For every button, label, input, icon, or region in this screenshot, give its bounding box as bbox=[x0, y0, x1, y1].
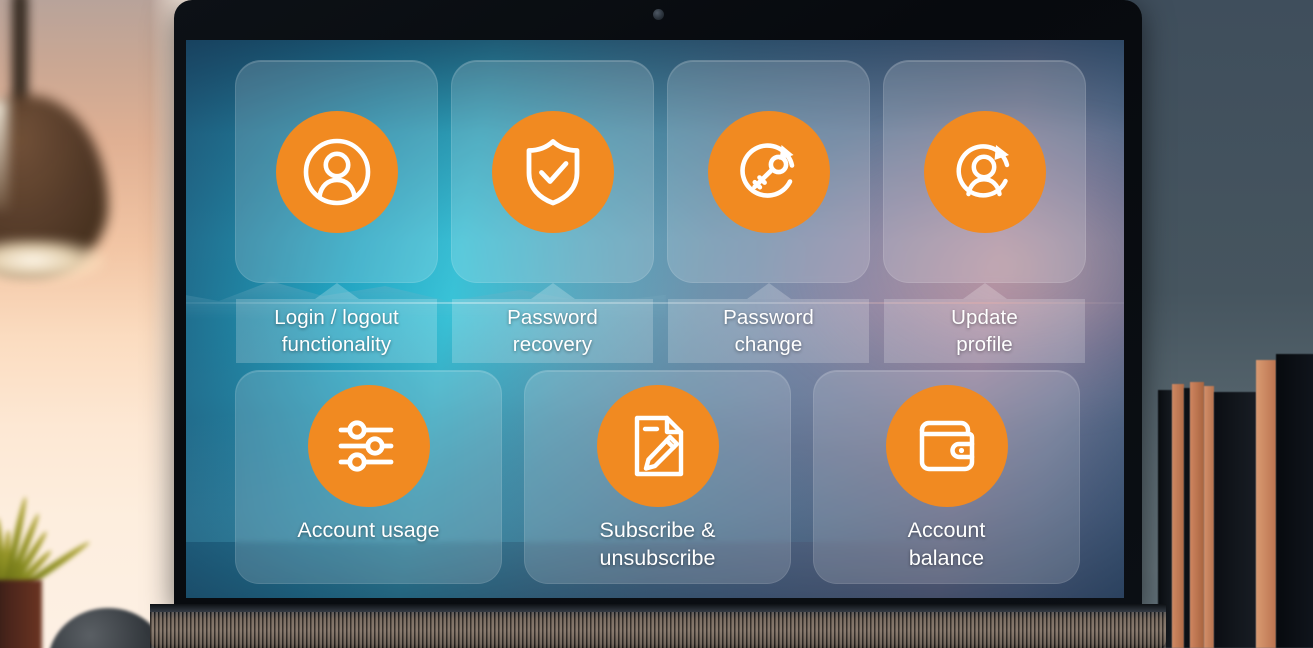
feature-label-login-logout: Login / logout functionality bbox=[236, 299, 437, 363]
label-line-1: Update bbox=[951, 305, 1018, 329]
feature-label-update-profile: Update profile bbox=[884, 299, 1085, 363]
label-line-2: functionality bbox=[281, 333, 392, 356]
document-pencil-icon bbox=[596, 385, 719, 507]
potted-plant-leaves bbox=[0, 440, 92, 604]
laptop-device: Login / logout functionality Password re… bbox=[150, 0, 1166, 648]
book-object bbox=[1204, 386, 1214, 648]
feature-card-update-profile[interactable] bbox=[883, 60, 1086, 283]
label-line-2: profile bbox=[956, 333, 1013, 356]
potted-plant-pot bbox=[0, 580, 42, 648]
feature-cell[interactable]: Login / logout functionality bbox=[235, 60, 438, 378]
feature-cell[interactable]: Password change bbox=[667, 60, 870, 378]
label-line-2: recovery bbox=[512, 333, 593, 356]
feature-label-account-balance: Account balance bbox=[908, 517, 986, 573]
book-object bbox=[1190, 382, 1204, 648]
user-circle-icon bbox=[275, 110, 398, 233]
room-scene: Login / logout functionality Password re… bbox=[0, 0, 1313, 648]
pendant-lamp-inner-glow bbox=[0, 100, 8, 210]
book-object bbox=[1276, 354, 1313, 648]
feature-label-password-change: Password change bbox=[668, 299, 869, 363]
feature-row-top: Login / logout functionality Password re… bbox=[235, 60, 1086, 378]
feature-grid: Login / logout functionality Password re… bbox=[186, 40, 1124, 598]
feature-card-password-recovery[interactable] bbox=[451, 60, 654, 283]
pendant-lamp-light bbox=[0, 238, 105, 282]
label-line-1: Account usage bbox=[297, 518, 440, 542]
label-pointer bbox=[530, 283, 575, 299]
label-line-1: Account bbox=[907, 518, 986, 542]
book-object bbox=[1214, 392, 1256, 648]
key-refresh-icon bbox=[707, 110, 830, 233]
feature-card-account-usage[interactable]: Account usage bbox=[235, 370, 502, 584]
feature-label-subscribe-unsubscribe: Subscribe & unsubscribe bbox=[600, 517, 716, 573]
feature-cell[interactable]: Password recovery bbox=[451, 60, 654, 378]
feature-row-bottom: Account usage Subscribe & unsubscribe Ac… bbox=[235, 370, 1081, 584]
label-line-1: Password bbox=[723, 305, 814, 329]
wallet-icon bbox=[885, 385, 1008, 507]
feature-card-subscribe-unsubscribe[interactable]: Subscribe & unsubscribe bbox=[524, 370, 791, 584]
book-object bbox=[1256, 360, 1276, 648]
feature-label-password-recovery: Password recovery bbox=[452, 299, 653, 363]
pendant-lamp-cord bbox=[12, 0, 28, 110]
label-line-1: Password bbox=[507, 305, 598, 329]
feature-card-account-balance[interactable]: Account balance bbox=[813, 370, 1080, 584]
sliders-icon bbox=[307, 385, 430, 507]
label-line-2: balance bbox=[908, 545, 985, 570]
feature-card-login-logout[interactable] bbox=[235, 60, 438, 283]
shield-check-icon bbox=[491, 110, 614, 233]
label-pointer bbox=[962, 283, 1007, 299]
label-pointer bbox=[314, 283, 359, 299]
book-object bbox=[1172, 384, 1184, 648]
label-line-1: Login / logout bbox=[274, 305, 399, 329]
feature-card-password-change[interactable] bbox=[667, 60, 870, 283]
label-pointer bbox=[746, 283, 791, 299]
label-line-2: change bbox=[734, 333, 803, 356]
webcam-icon bbox=[653, 9, 664, 20]
label-line-1: Subscribe & bbox=[599, 518, 716, 542]
laptop-speaker-grille bbox=[150, 612, 1166, 648]
laptop-screen: Login / logout functionality Password re… bbox=[186, 40, 1124, 598]
feature-cell[interactable]: Update profile bbox=[883, 60, 1086, 378]
user-refresh-icon bbox=[923, 110, 1046, 233]
feature-label-account-usage: Account usage bbox=[297, 517, 439, 545]
laptop-base-lip bbox=[150, 604, 1166, 612]
label-line-2: unsubscribe bbox=[599, 545, 716, 570]
